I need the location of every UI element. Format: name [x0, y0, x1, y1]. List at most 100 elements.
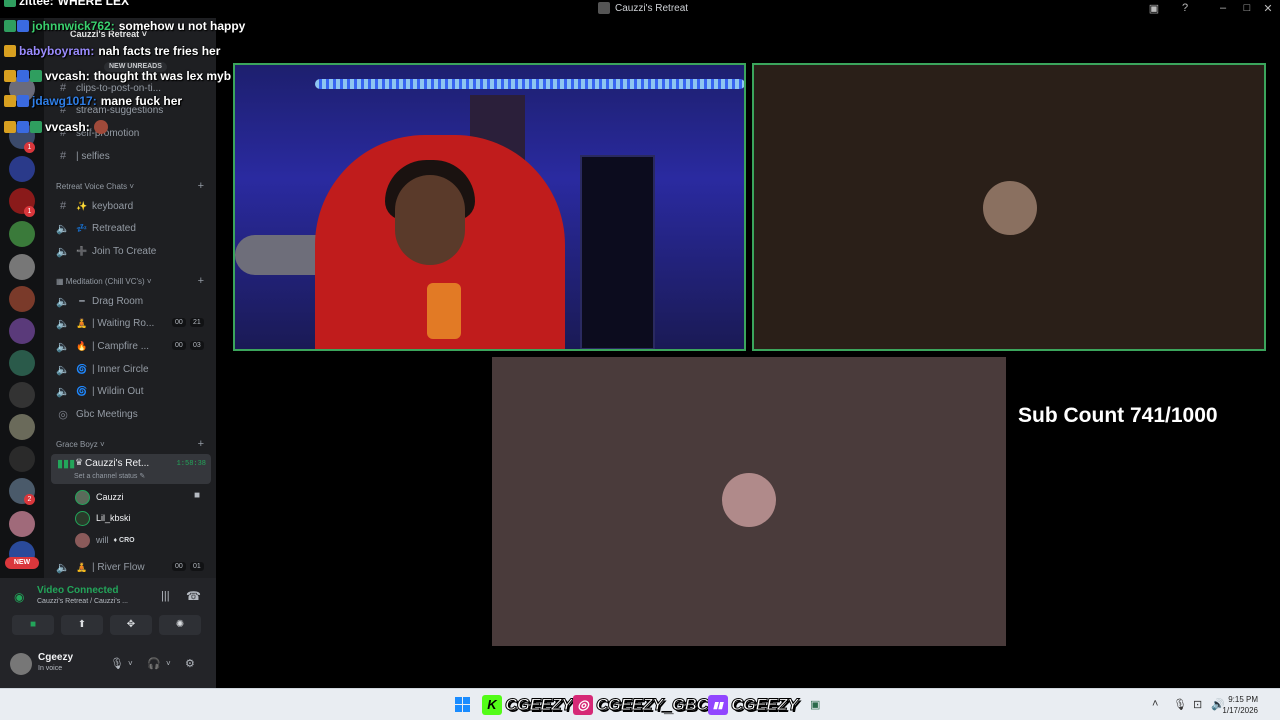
server-icon[interactable] [9, 511, 35, 537]
channel-status[interactable]: Set a channel status ✎ [74, 472, 145, 480]
server-icon[interactable] [9, 414, 35, 440]
speaker-icon: 🔈 [56, 340, 70, 353]
sub-count: Sub Count 741/1000 [1018, 404, 1218, 427]
help-icon[interactable]: ? [1177, 2, 1193, 14]
channel-label: Gbc Meetings [76, 408, 138, 420]
headphones-icon[interactable]: 🎧 [147, 657, 161, 670]
voice-channel-item[interactable]: 🔈 🔥 | Campfire ... [56, 337, 149, 355]
taskbar-app-icon[interactable]: ▣ [810, 698, 820, 711]
social-instagram: ◎ CGEEZY_GBC [573, 694, 709, 716]
screenshare-icon: ⬆ [77, 619, 87, 630]
voice-member[interactable]: Lil_kbski [75, 509, 131, 527]
category-label: Grace Boyz [56, 440, 98, 449]
stage-icon: ◎ [58, 408, 68, 421]
voice-channel-item[interactable]: 🔈 ━ Drag Room [56, 292, 143, 310]
microphone-icon[interactable]: 🎙 [1173, 698, 1187, 711]
server-icon[interactable] [9, 254, 35, 280]
unread-badge: 2 [24, 494, 35, 505]
channel-item[interactable]: # | selfies [56, 147, 110, 165]
twitch-icon: ▮▮ [708, 695, 728, 715]
soundboard-button[interactable]: ✺ [159, 615, 201, 635]
speaker-icon: 🔈 [56, 222, 70, 235]
user-limit: 03 [190, 341, 204, 350]
speaker-icon: 🔈 [56, 295, 70, 308]
network-icon[interactable]: ⊡ [1193, 698, 1202, 711]
chevron-up-icon[interactable]: ˄ [1152, 698, 1158, 710]
server-icon[interactable] [9, 156, 35, 182]
voice-channel-item[interactable]: 🔈 🌀 | Wildin Out [56, 382, 143, 400]
stage-channel-item[interactable]: ◎ Gbc Meetings [56, 405, 138, 423]
clock[interactable]: 9:15 PM 1/17/2026 [1222, 694, 1258, 716]
hash-icon: # [59, 200, 67, 212]
channel-status-text: Set a channel status [74, 473, 138, 480]
voice-panel: ◉ Video Connected Cauzzi's Retreat / Cau… [0, 578, 216, 688]
server-icon[interactable] [9, 350, 35, 376]
voice-member[interactable]: Cauzzi [75, 488, 124, 506]
voice-channel-path[interactable]: Cauzzi's Retreat / Cauzzi's ... [37, 598, 128, 605]
close-button[interactable]: ✕ [1260, 2, 1276, 15]
category-label: Retreat Voice Chats [56, 182, 128, 191]
category-icon: ▦ [56, 277, 66, 286]
chevron-down-icon[interactable]: ˅ [166, 659, 171, 668]
chat-username: babyboyram: [19, 44, 95, 58]
camera-icon: ■ [194, 490, 201, 501]
windows-start-icon[interactable] [455, 697, 470, 712]
chat-emote [93, 120, 108, 134]
chat-badges [4, 121, 42, 133]
screenshare-button[interactable]: ⬆ [61, 615, 103, 635]
chevron-down-icon[interactable]: ˅ [128, 659, 133, 668]
chat-badges [4, 20, 29, 32]
chat-message: zittee: WHERE LEX [4, 0, 129, 8]
maximize-button[interactable]: □ [1239, 2, 1255, 14]
voice-member[interactable]: will ♦ CRO [75, 531, 135, 549]
avatar [722, 473, 776, 527]
channel-item[interactable]: # ✨ keyboard [56, 197, 133, 215]
voice-channel-item[interactable]: 🔈 🧘 | River Flow [56, 558, 144, 576]
speaker-icon: 🔈 [56, 363, 70, 376]
microphone-icon[interactable]: 🎙 [110, 657, 124, 670]
activities-icon: ✥ [126, 619, 136, 630]
video-tile-avatar[interactable] [752, 63, 1266, 351]
camera-button[interactable]: ■ [12, 615, 54, 635]
add-channel-icon[interactable]: + [198, 275, 204, 287]
server-icon[interactable] [9, 286, 35, 312]
server-icon[interactable] [9, 221, 35, 247]
channel-label: | Waiting Ro... [92, 317, 155, 329]
disconnect-icon[interactable]: ☎ [186, 589, 201, 603]
led-strip [315, 79, 744, 89]
member-name: Lil_kbski [96, 513, 131, 523]
active-voice-channel[interactable]: ▮▮▮ ♛ Cauzzi's Ret... 1:58:38 Set a chan… [51, 454, 211, 484]
minimize-button[interactable]: – [1215, 2, 1231, 14]
inbox-icon[interactable]: ▣ [1146, 2, 1162, 15]
video-tile-avatar[interactable] [492, 357, 1006, 646]
user-count: 00 [172, 562, 186, 571]
channel-label: | Inner Circle [92, 363, 149, 375]
voice-channel-item[interactable]: 🔈 ➕ Join To Create [56, 242, 156, 260]
username: Cgeezy [38, 652, 74, 663]
server-icon[interactable] [9, 318, 35, 344]
swirl-icon: 🌀 [76, 363, 88, 374]
channel-label: clips-to-post-on-ti... [76, 82, 162, 94]
gear-icon[interactable]: ⚙ [185, 657, 195, 670]
noise-suppression-icon[interactable]: ||| [161, 590, 170, 602]
category-retreat-voice[interactable]: Retreat Voice Chats ˅ [56, 182, 134, 191]
server-icon[interactable] [9, 382, 35, 408]
channel-label: | selfies [76, 150, 110, 162]
voice-channel-item[interactable]: 🔈 🌀 | Inner Circle [56, 360, 149, 378]
activities-button[interactable]: ✥ [110, 615, 152, 635]
server-icon[interactable] [9, 446, 35, 472]
social-kick: K CGEEZY [482, 694, 573, 716]
member-name: will [96, 535, 109, 545]
chat-username: zittee: [19, 0, 54, 8]
add-channel-icon[interactable]: + [198, 180, 204, 192]
voice-channel-item[interactable]: 🔈 💤 Retreated [56, 219, 136, 237]
chat-text: WHERE LEX [57, 0, 130, 8]
add-channel-icon[interactable]: + [198, 438, 204, 450]
avatar [75, 532, 90, 548]
category-grace[interactable]: Grace Boyz ˅ [56, 440, 105, 449]
new-badge: NEW [5, 557, 39, 569]
category-meditation[interactable]: ▦ Meditation (Chill VC's) ˅ [56, 277, 152, 286]
clock-date: 1/17/2026 [1222, 706, 1258, 715]
voice-channel-item[interactable]: 🔈 🧘 | Waiting Ro... [56, 314, 154, 332]
video-tile-camera[interactable] [233, 63, 746, 351]
